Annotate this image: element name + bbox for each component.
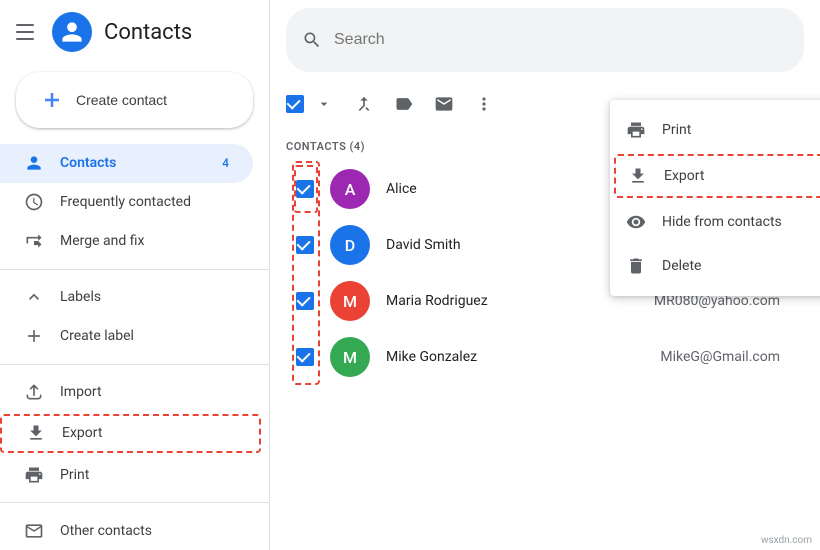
contact-checkbox[interactable]	[296, 236, 314, 254]
contact-name: Mike Gonzalez	[386, 349, 644, 365]
labels-label: Labels	[60, 289, 101, 305]
contact-avatar: M	[330, 337, 370, 377]
contact-name: Maria Rodriguez	[386, 293, 638, 309]
create-contact-label: Create contact	[76, 92, 167, 108]
print-label: Print	[60, 467, 89, 483]
contact-avatar: A	[330, 169, 370, 209]
contact-row[interactable]: M Mike Gonzalez MikeG@Gmail.com	[286, 329, 804, 385]
merge-icon	[354, 94, 374, 114]
menu-item-print[interactable]: Print	[610, 108, 820, 152]
contact-checkbox[interactable]	[296, 180, 314, 198]
frequently-label: Frequently contacted	[60, 194, 191, 210]
watermark: wsxdn.com	[761, 535, 812, 546]
merge-button[interactable]	[346, 86, 382, 122]
sidebar-item-other-contacts[interactable]: Other contacts	[0, 511, 253, 550]
contact-checkbox[interactable]	[296, 348, 314, 366]
contacts-nav-label: Contacts	[60, 155, 116, 171]
export-label: Export	[62, 425, 102, 441]
divider-3	[0, 502, 269, 503]
label-icon	[394, 94, 414, 114]
select-dropdown-button[interactable]	[306, 86, 342, 122]
email-button[interactable]	[426, 86, 462, 122]
sidebar-item-create-label[interactable]: Create label	[0, 317, 253, 356]
contacts-badge: 4	[222, 156, 229, 170]
divider-2	[0, 364, 269, 365]
export-menu-icon	[628, 166, 648, 186]
menu-delete-label: Delete	[662, 258, 701, 274]
search-bar	[286, 8, 804, 72]
dropdown-menu: Print Export Hide from contacts Delete	[610, 100, 820, 296]
sidebar-item-contacts[interactable]: Contacts 4	[0, 144, 253, 183]
contact-checkbox[interactable]	[296, 292, 314, 310]
import-label: Import	[60, 384, 102, 400]
email-icon	[434, 94, 454, 114]
sidebar-item-frequently[interactable]: Frequently contacted	[0, 183, 253, 222]
sidebar-item-merge[interactable]: Merge and fix	[0, 222, 253, 261]
label-button[interactable]	[386, 86, 422, 122]
contact-avatar: D	[330, 225, 370, 265]
sidebar-item-print[interactable]: Print	[0, 455, 253, 494]
create-label-label: Create label	[60, 328, 134, 344]
sidebar: Contacts Create contact Contacts 4 Frequ…	[0, 0, 270, 550]
menu-item-export[interactable]: Export	[614, 154, 820, 198]
menu-export-label: Export	[664, 168, 704, 184]
hamburger-icon[interactable]	[16, 20, 40, 44]
app-icon	[52, 12, 92, 52]
select-all-checkbox[interactable]	[286, 95, 304, 113]
create-contact-button[interactable]: Create contact	[16, 72, 253, 128]
contact-avatar: M	[330, 281, 370, 321]
more-icon	[474, 94, 494, 114]
search-icon	[302, 30, 322, 50]
labels-section-header[interactable]: Labels	[0, 278, 269, 317]
print-menu-icon	[626, 120, 646, 140]
chevron-down-icon	[316, 96, 332, 112]
menu-print-label: Print	[662, 122, 691, 138]
contact-email: MikeG@Gmail.com	[660, 349, 780, 365]
app-title: Contacts	[104, 20, 192, 45]
menu-item-hide[interactable]: Hide from contacts	[610, 200, 820, 244]
select-all-group	[286, 86, 342, 122]
sidebar-item-export[interactable]: Export	[0, 414, 261, 454]
sidebar-item-import[interactable]: Import	[0, 373, 253, 412]
hide-menu-icon	[626, 212, 646, 232]
delete-menu-icon	[626, 256, 646, 276]
divider-1	[0, 269, 269, 270]
other-contacts-label: Other contacts	[60, 523, 152, 539]
merge-label: Merge and fix	[60, 233, 144, 249]
more-button[interactable]	[466, 86, 502, 122]
menu-hide-label: Hide from contacts	[662, 214, 782, 230]
sidebar-header: Contacts	[0, 0, 269, 64]
main-content: CONTACTS (4) A Alice D David Smith M	[270, 0, 820, 550]
menu-item-delete[interactable]: Delete	[610, 244, 820, 288]
search-input[interactable]	[334, 31, 788, 49]
